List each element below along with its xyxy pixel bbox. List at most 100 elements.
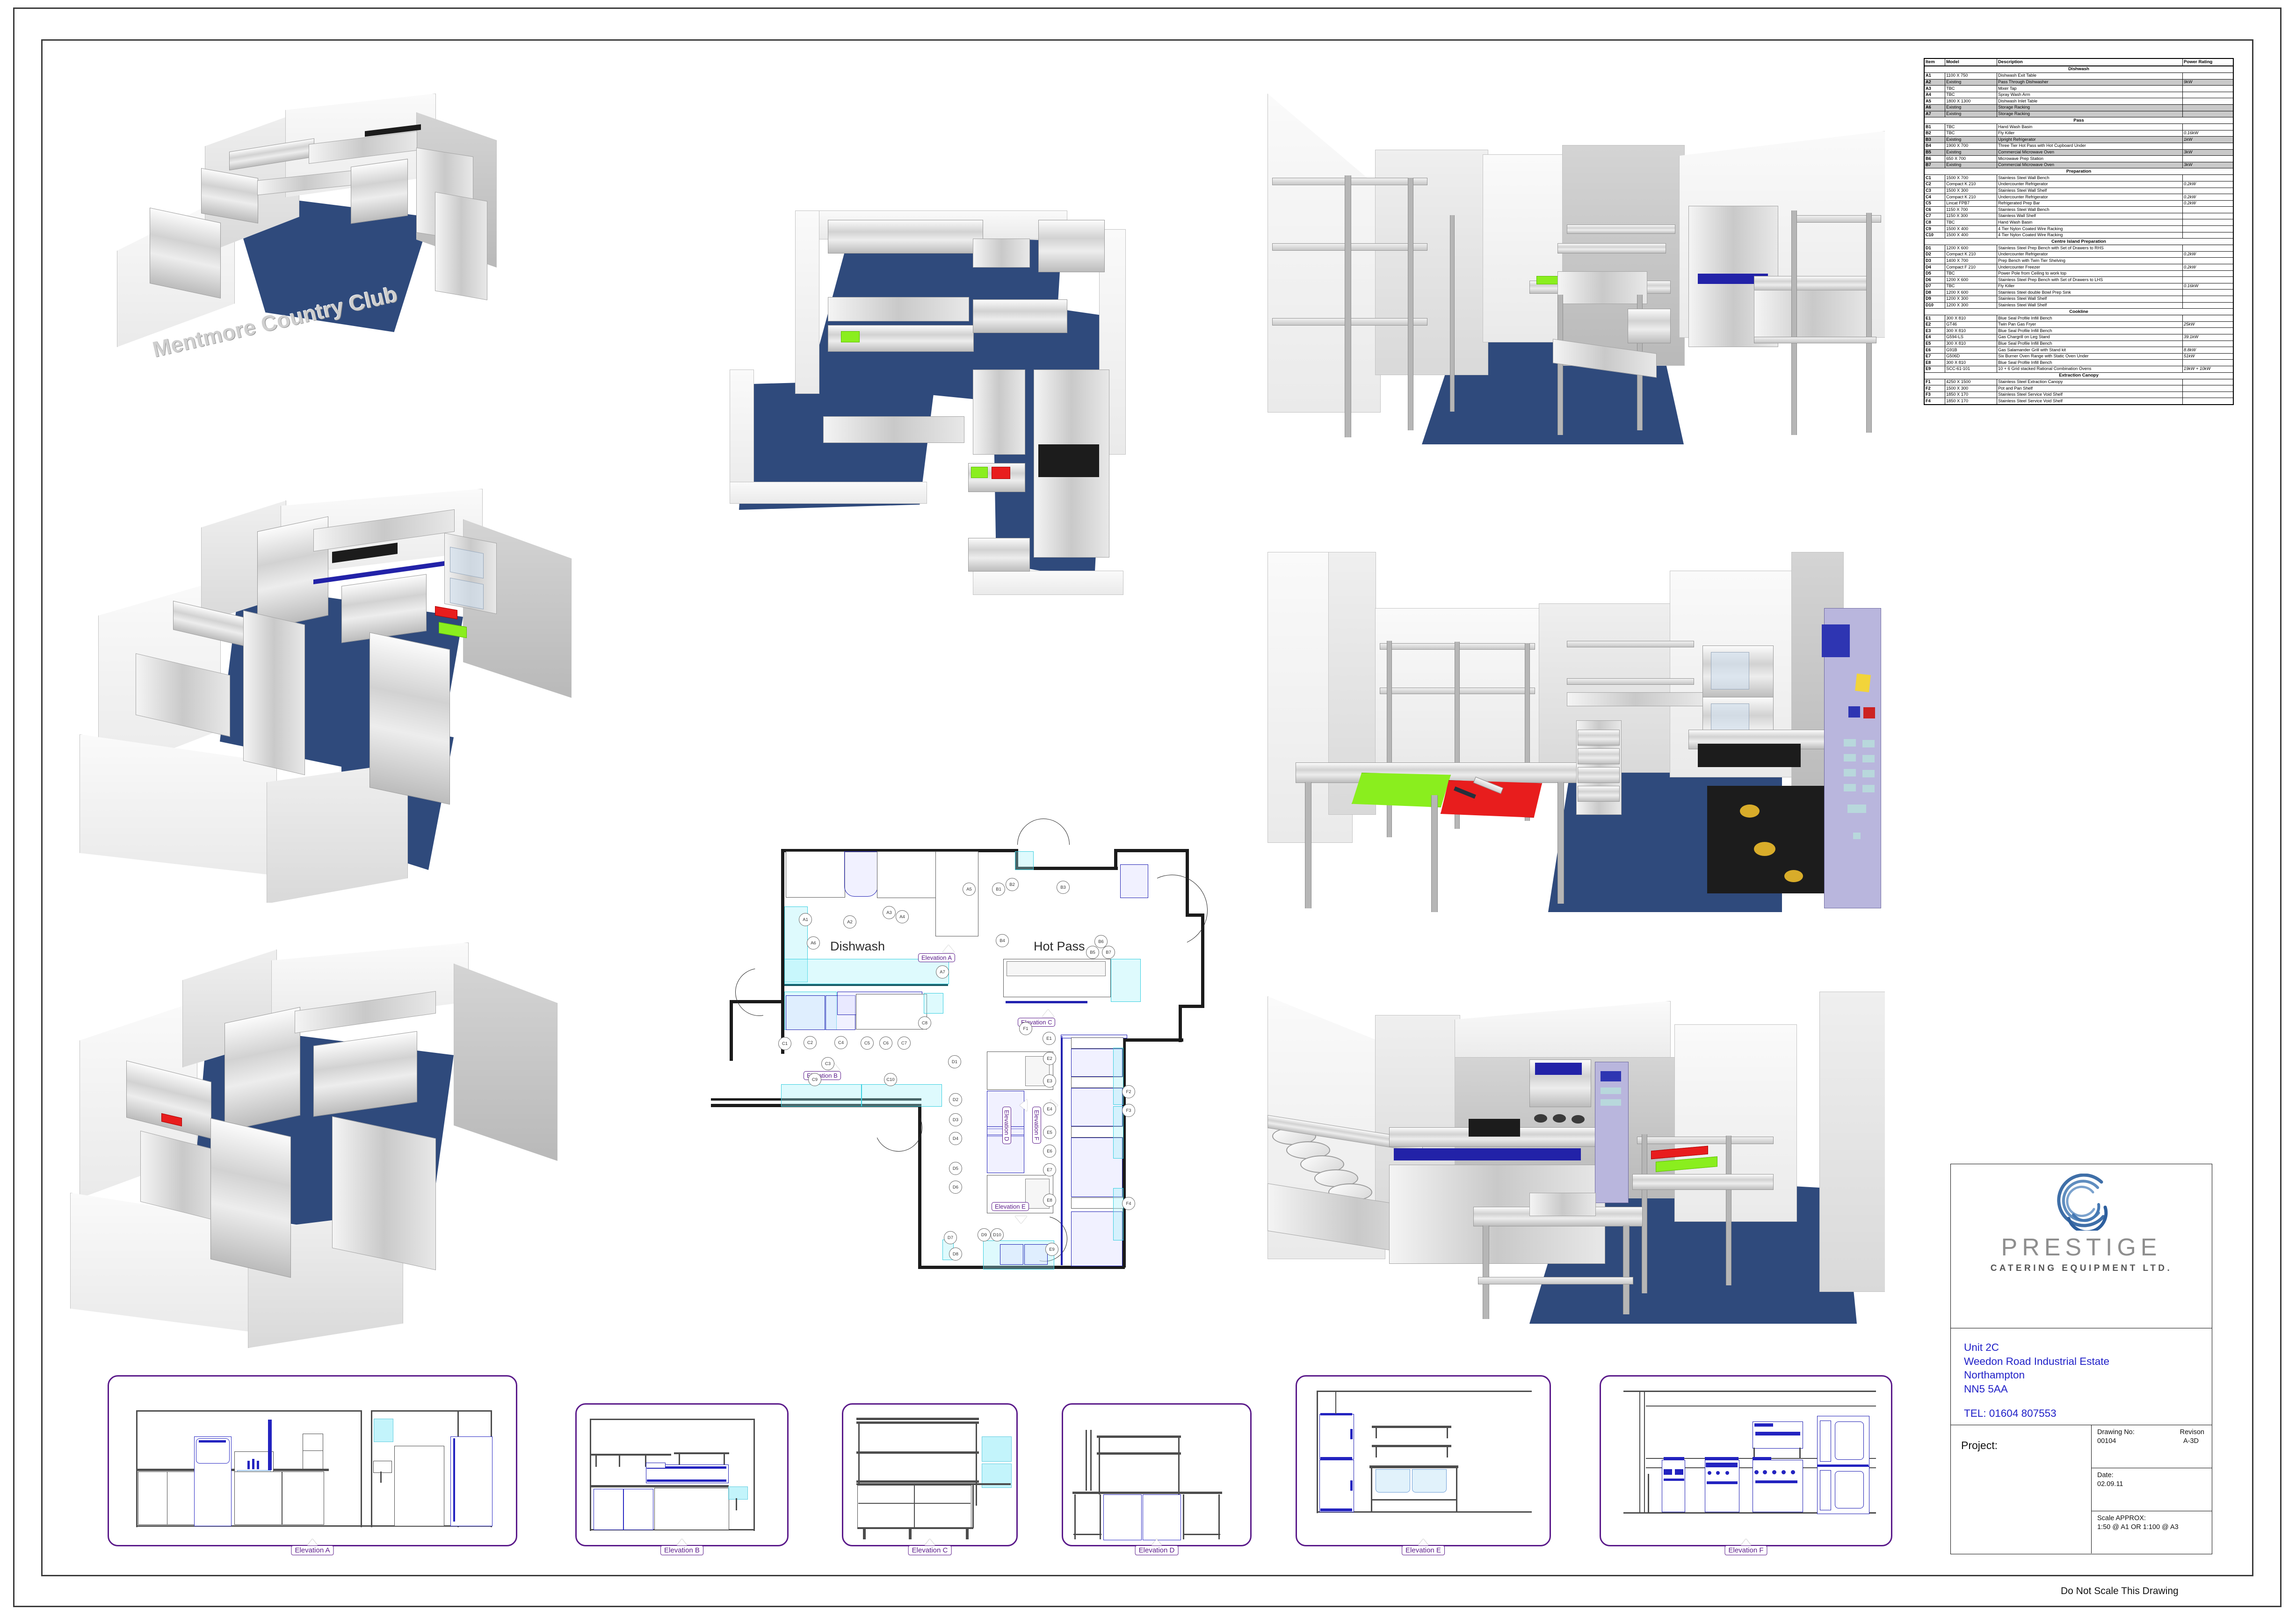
schedule-row: D3 1400 X 700 Prep Bench with Twin Tier Sh… <box>1924 257 2234 265</box>
elevation-label-d: Elevation D <box>1135 1545 1179 1555</box>
schedule-row: D9 1200 X 300 Stainless Steel Wall Shelf <box>1924 296 2234 303</box>
schedule-cell-power: 9kW <box>2182 79 2234 86</box>
schedule-cell-power <box>2182 85 2234 92</box>
schedule-cell-model: 300 X 810 <box>1945 340 1997 348</box>
elevation-card-b[interactable]: Elevation B <box>575 1403 789 1555</box>
schedule-cell-description: Refrigerated Prep Bar <box>1997 200 2183 207</box>
schedule-row: F4 1850 X 170 Stainless Steel Service Void… <box>1924 398 2234 405</box>
elevation-card-c[interactable]: Elevation C <box>842 1403 1018 1555</box>
revision-value: A-3D <box>2183 1437 2199 1445</box>
address-line-1: Unit 2C <box>1964 1341 1999 1353</box>
scale-label: Scale APPROX: <box>2097 1515 2146 1522</box>
schedule-row: F2 1500 X 300 Pot and Pan Shelf <box>1924 385 2234 392</box>
project-cell[interactable]: Project: <box>1951 1425 2092 1553</box>
schedule-cell-item: D8 <box>1924 289 1946 296</box>
drawing-no-row: Drawing No: 00104 Revison A-3D <box>2092 1425 2212 1468</box>
plan-tag-a1: A1 <box>799 913 812 926</box>
plan-equipment-A1 <box>786 851 845 898</box>
schedule-cell-item: A2 <box>1924 79 1946 86</box>
schedule-col-power: Power Rating <box>2182 58 2234 66</box>
schedule-cell-model: Existing <box>1945 161 1997 169</box>
schedule-row: D10 1200 X 300 Stainless Steel Wall Shelf <box>1924 302 2234 309</box>
schedule-cell-description: Upright Refrigerator <box>1997 136 2183 143</box>
schedule-cell-description: 4 Tier Nylon Coated Wire Racking <box>1997 225 2183 232</box>
schedule-cell-description: Gas Salamander Grill with Stand kit <box>1997 347 2183 354</box>
schedule-cell-description: Undercounter Refrigerator <box>1997 181 2183 188</box>
schedule-row: A5 1800 X 1300 Dishwash Inlet Table <box>1924 98 2234 105</box>
plan-equipment-C6 <box>856 994 927 1030</box>
revision-label: Revison <box>2180 1428 2204 1436</box>
schedule-cell-model: G91B <box>1945 347 1997 354</box>
plan-tag-d1: D1 <box>948 1055 961 1068</box>
schedule-cell-item: C9 <box>1924 225 1946 232</box>
schedule-cell-description: Stainless Steel Wall Bench <box>1997 206 2183 213</box>
plan-tag-e2: E2 <box>1043 1052 1056 1065</box>
schedule-cell-power <box>2182 225 2234 232</box>
schedule-group-label: Cookline <box>1924 308 2234 316</box>
schedule-cell-power: 0.16kW <box>2182 283 2234 290</box>
schedule-cell-model: Existing <box>1945 79 1997 86</box>
plan-equipment-A2 <box>844 851 878 897</box>
schedule-col-item: Item <box>1924 58 1946 66</box>
plan-equipment-C8 <box>924 993 943 1014</box>
schedule-cell-model: 1500 X 300 <box>1945 187 1997 195</box>
plan-wall <box>730 1000 733 1061</box>
schedule-cell-item: E8 <box>1924 359 1946 366</box>
schedule-cell-description: Stainless Steel Service Void Shelf <box>1997 398 2183 405</box>
schedule-cell-model: Existing <box>1945 149 1997 156</box>
schedule-row: E7 G506D Six Burner Oven Range with Static… <box>1924 353 2234 360</box>
schedule-cell-power: 1kW <box>2182 136 2234 143</box>
schedule-cell-model: 1900 X 700 <box>1945 142 1997 150</box>
schedule-row: D7 TBC Fly Killer 0.16kW <box>1924 283 2234 290</box>
elevation-label-e: Elevation E <box>1402 1545 1445 1555</box>
plan-tag-e6: E6 <box>1043 1145 1056 1158</box>
schedule-cell-power: 39.1kW <box>2182 334 2234 341</box>
schedule-row: D2 Compact K 210 Undercounter Refrigerator… <box>1924 251 2234 258</box>
plan-tag-a5: A5 <box>963 883 976 896</box>
schedule-cell-description: 10 + 6 Grid stacked Rational Combination… <box>1997 365 2183 373</box>
plan-tag-e7: E7 <box>1043 1163 1056 1176</box>
company-telephone: TEL: 01604 807553 <box>1964 1407 2057 1419</box>
schedule-cell-power <box>2182 302 2234 309</box>
schedule-cell-power <box>2182 296 2234 303</box>
date-value: 02.09.11 <box>2097 1480 2123 1488</box>
prestige-swirl-logo-icon <box>2057 1174 2108 1231</box>
schedule-cell-power <box>2182 104 2234 111</box>
plan-tag-f1: F1 <box>1019 1022 1032 1035</box>
plan-equipment-C10 <box>862 1084 942 1107</box>
elevation-card-d[interactable]: Elevation D <box>1062 1403 1252 1555</box>
plan-tag-b3: B3 <box>1057 881 1070 894</box>
plan-tag-c6: C6 <box>879 1037 892 1050</box>
schedule-cell-description: Gas Chargrill on Leg Stand <box>1997 334 2183 341</box>
schedule-cell-description: Power Pole from Ceiling to work top <box>1997 270 2183 277</box>
schedule-cell-item: A3 <box>1924 85 1946 92</box>
schedule-group-row: Dishwash <box>1924 65 2234 73</box>
schedule-cell-item: B4 <box>1924 142 1946 150</box>
plan-wall <box>918 1161 921 1269</box>
schedule-cell-description: Three Tier Hot Pass with Hot Cupboard Un… <box>1997 142 2183 150</box>
schedule-row: E2 GT46 Twin Pan Gas Fryer 25kW <box>1924 321 2234 328</box>
schedule-row: D1 1200 X 600 Stainless Steel Prep Bench w… <box>1924 245 2234 252</box>
schedule-group-row: Centre Island Preparation <box>1924 238 2234 246</box>
elevation-card-f[interactable]: Elevation F <box>1600 1375 1892 1555</box>
schedule-cell-power: 0.2kW <box>2182 181 2234 188</box>
plan-tag-a2: A2 <box>843 915 856 928</box>
schedule-row: C1 1500 X 700 Stainless Steel Wall Bench <box>1924 174 2234 181</box>
schedule-row: A1 1100 X 750 Dishwash Exit Table <box>1924 72 2234 80</box>
schedule-row: C2 Compact K 210 Undercounter Refrigerator… <box>1924 181 2234 188</box>
schedule-cell-power <box>2182 276 2234 283</box>
schedule-row: A7 Existing Storage Racking <box>1924 110 2234 118</box>
elevation-card-e[interactable]: Elevation E <box>1296 1375 1551 1555</box>
plan-tag-e1: E1 <box>1043 1032 1056 1045</box>
schedule-body: Dishwash A1 1100 X 750 Dishwash Exit Table A… <box>1924 65 2234 405</box>
schedule-cell-power: 0.2kW <box>2182 251 2234 258</box>
schedule-cell-model: 1500 X 300 <box>1945 385 1997 392</box>
schedule-cell-model: 1150 X 700 <box>1945 206 1997 213</box>
plan-tag-a6: A6 <box>807 936 820 950</box>
schedule-row: B5 Existing Commercial Microwave Oven 3kW <box>1924 149 2234 156</box>
schedule-cell-description: Blue Seal Profile Infill Bench <box>1997 359 2183 366</box>
elevation-card-a[interactable]: Elevation A <box>108 1375 517 1555</box>
schedule-cell-item: D3 <box>1924 257 1946 265</box>
schedule-cell-model: TBC <box>1945 130 1997 137</box>
schedule-cell-model: 1150 X 300 <box>1945 212 1997 220</box>
